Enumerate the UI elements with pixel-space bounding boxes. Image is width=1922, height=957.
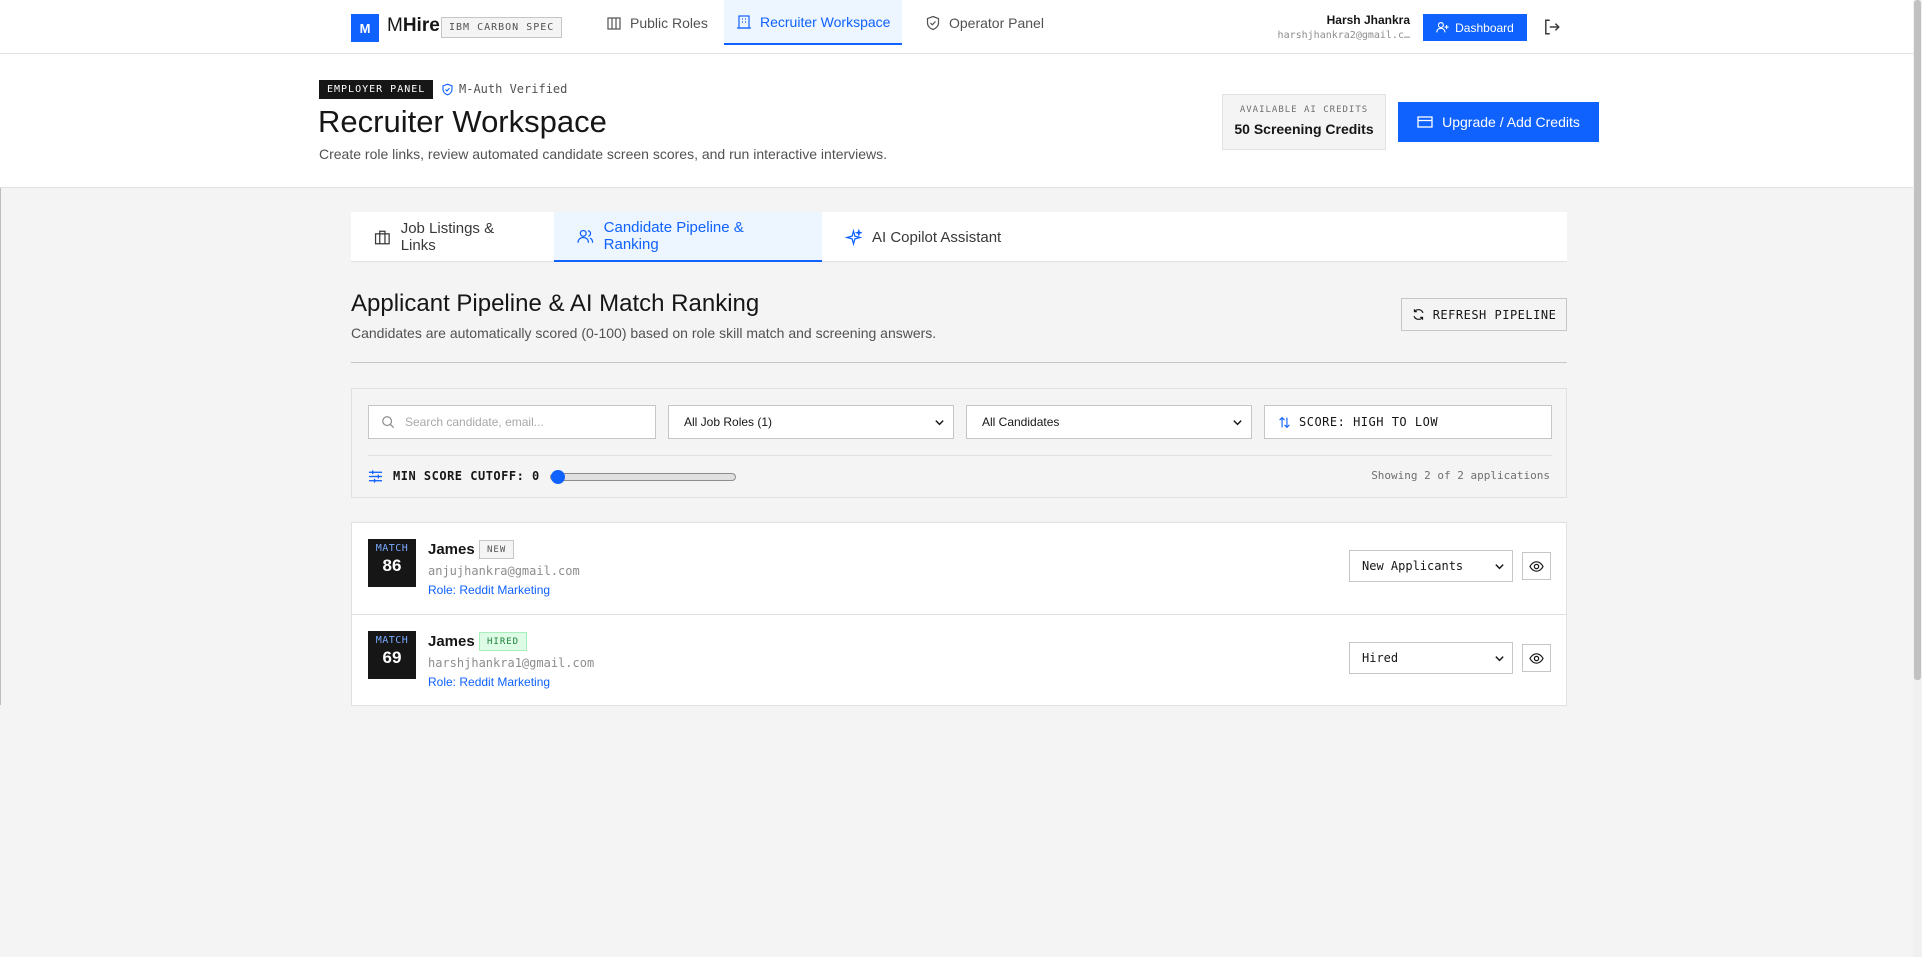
search-placeholder: Search candidate, email... [405,415,544,429]
page-subtitle: Create role links, review automated cand… [319,146,888,162]
min-score-cutoff: MIN SCORE CUTOFF: 0 [368,466,540,486]
refresh-pipeline-button[interactable]: REFRESH PIPELINE [1401,298,1567,331]
stage-value: New Applicants [1362,559,1464,573]
upgrade-credits-button[interactable]: Upgrade / Add Credits [1398,102,1599,142]
credits-value: 50 Screening Credits [1234,121,1374,137]
sparkle-icon [845,228,862,246]
match-label: MATCH [375,635,409,646]
match-score: 69 [382,648,402,667]
job-roles-value: All Job Roles (1) [684,415,773,429]
filter-panel: Search candidate, email... All Job Roles… [351,388,1567,498]
candidate-name[interactable]: James [428,541,475,558]
verified-status: M-Auth Verified [441,82,567,96]
candidate-list: MATCH 86 James NEW anjujhankra@gmail.com… [351,522,1567,706]
sliders-icon [368,469,383,483]
verified-label: M-Auth Verified [459,82,568,96]
user-name: Harsh Jhankra [1326,13,1410,27]
user-add-icon [1436,22,1449,33]
match-score-box: MATCH 69 [368,631,416,679]
view-candidate-button[interactable] [1522,552,1551,580]
nav-public-roles-label: Public Roles [630,14,708,31]
score-cutoff-slider-track[interactable] [550,473,736,481]
match-label: MATCH [375,543,409,554]
workspace-tabs: Job Listings & Links Candidate Pipeline … [351,212,1567,262]
tab-job-listings[interactable]: Job Listings & Links [351,212,554,262]
match-score: 86 [382,556,402,575]
view-candidate-button[interactable] [1522,644,1551,672]
chevron-down-icon [1495,655,1504,661]
tab-candidate-pipeline-label: Candidate Pipeline & Ranking [603,219,744,253]
briefcase-icon [374,230,390,244]
stage-select[interactable]: Hired [1349,642,1513,674]
user-email: harshjhankra2@gmail.c… [1277,30,1410,41]
page-title: Recruiter Workspace [318,104,607,139]
brand-name-prefix: M [387,15,403,36]
results-count: Showing 2 of 2 applications [1371,469,1550,482]
credit-card-icon [1417,116,1433,128]
search-input[interactable]: Search candidate, email... [368,405,656,439]
stage-select[interactable]: New Applicants [1349,550,1513,582]
employer-panel-badge: EMPLOYER PANEL [319,80,434,99]
sort-select[interactable]: SCORE: HIGH TO LOW [1264,405,1552,439]
brand-logo[interactable]: M [351,14,379,42]
candidate-email: harshjhankra1@gmail.com [428,656,595,670]
list-item[interactable]: MATCH 86 James NEW anjujhankra@gmail.com… [352,523,1566,615]
section-divider [351,362,1567,363]
ai-credits-box: AVAILABLE AI CREDITS 50 Screening Credit… [1222,94,1386,150]
chevron-down-icon [935,419,944,425]
search-icon [382,416,395,429]
status-badge: HIRED [479,632,528,651]
refresh-icon [1413,309,1424,320]
stage-value: Hired [1362,651,1399,665]
score-cutoff-slider-handle[interactable] [551,470,565,484]
tab-job-listings-label: Job Listings & Links [400,220,495,254]
eye-icon [1529,560,1544,572]
sort-arrows-icon [1279,416,1290,428]
top-navigation: M MHire IBM CARBON SPEC Public Roles Rec… [0,0,1922,54]
office-icon [737,14,751,29]
nav-public-roles[interactable]: Public Roles [594,0,720,45]
brand-name-bold: Hire [402,15,440,36]
nav-operator-panel[interactable]: Operator Panel [913,0,1056,45]
shield-icon [926,15,940,30]
eye-icon [1529,652,1544,664]
candidates-select[interactable]: All Candidates [966,405,1252,439]
upgrade-credits-label: Upgrade / Add Credits [1442,114,1580,130]
nav-operator-panel-label: Operator Panel [949,14,1044,31]
nav-recruiter-workspace-label: Recruiter Workspace [760,13,891,30]
tab-candidate-pipeline[interactable]: Candidate Pipeline & Ranking [554,212,822,262]
refresh-pipeline-label: REFRESH PIPELINE [1432,307,1557,322]
section-subtitle: Candidates are automatically scored (0-1… [351,325,937,341]
users-icon [577,229,594,243]
logout-icon[interactable] [1543,18,1561,36]
status-badge: NEW [479,540,515,559]
dashboard-button-label: Dashboard [1455,20,1514,35]
page-header [0,54,1922,188]
sort-value: SCORE: HIGH TO LOW [1299,415,1439,429]
credits-label: AVAILABLE AI CREDITS [1239,105,1369,115]
match-score-box: MATCH 86 [368,539,416,587]
section-title: Applicant Pipeline & AI Match Ranking [351,290,760,317]
verified-shield-icon [442,83,453,95]
candidate-role-link[interactable]: Role: Reddit Marketing [428,675,550,689]
dashboard-button[interactable]: Dashboard [1423,14,1527,41]
chevron-down-icon [1233,419,1242,425]
candidate-email: anjujhankra@gmail.com [428,564,580,578]
tab-ai-copilot[interactable]: AI Copilot Assistant [822,212,1037,262]
filter-divider [368,455,1552,456]
candidate-name[interactable]: James [428,633,475,650]
candidates-value: All Candidates [982,415,1060,429]
brand-name[interactable]: MHire [387,15,440,37]
list-item[interactable]: MATCH 69 James HIRED harshjhankra1@gmail… [352,615,1566,707]
page-scrollbar-thumb[interactable] [1914,0,1921,680]
nav-recruiter-workspace[interactable]: Recruiter Workspace [724,0,903,45]
min-score-label: MIN SCORE CUTOFF: 0 [393,469,540,483]
building-icon [607,16,621,30]
tab-ai-copilot-label: AI Copilot Assistant [872,228,1002,246]
brand-tag: IBM CARBON SPEC [441,17,563,38]
chevron-down-icon [1495,563,1504,569]
candidate-role-link[interactable]: Role: Reddit Marketing [428,583,550,597]
job-roles-select[interactable]: All Job Roles (1) [668,405,954,439]
